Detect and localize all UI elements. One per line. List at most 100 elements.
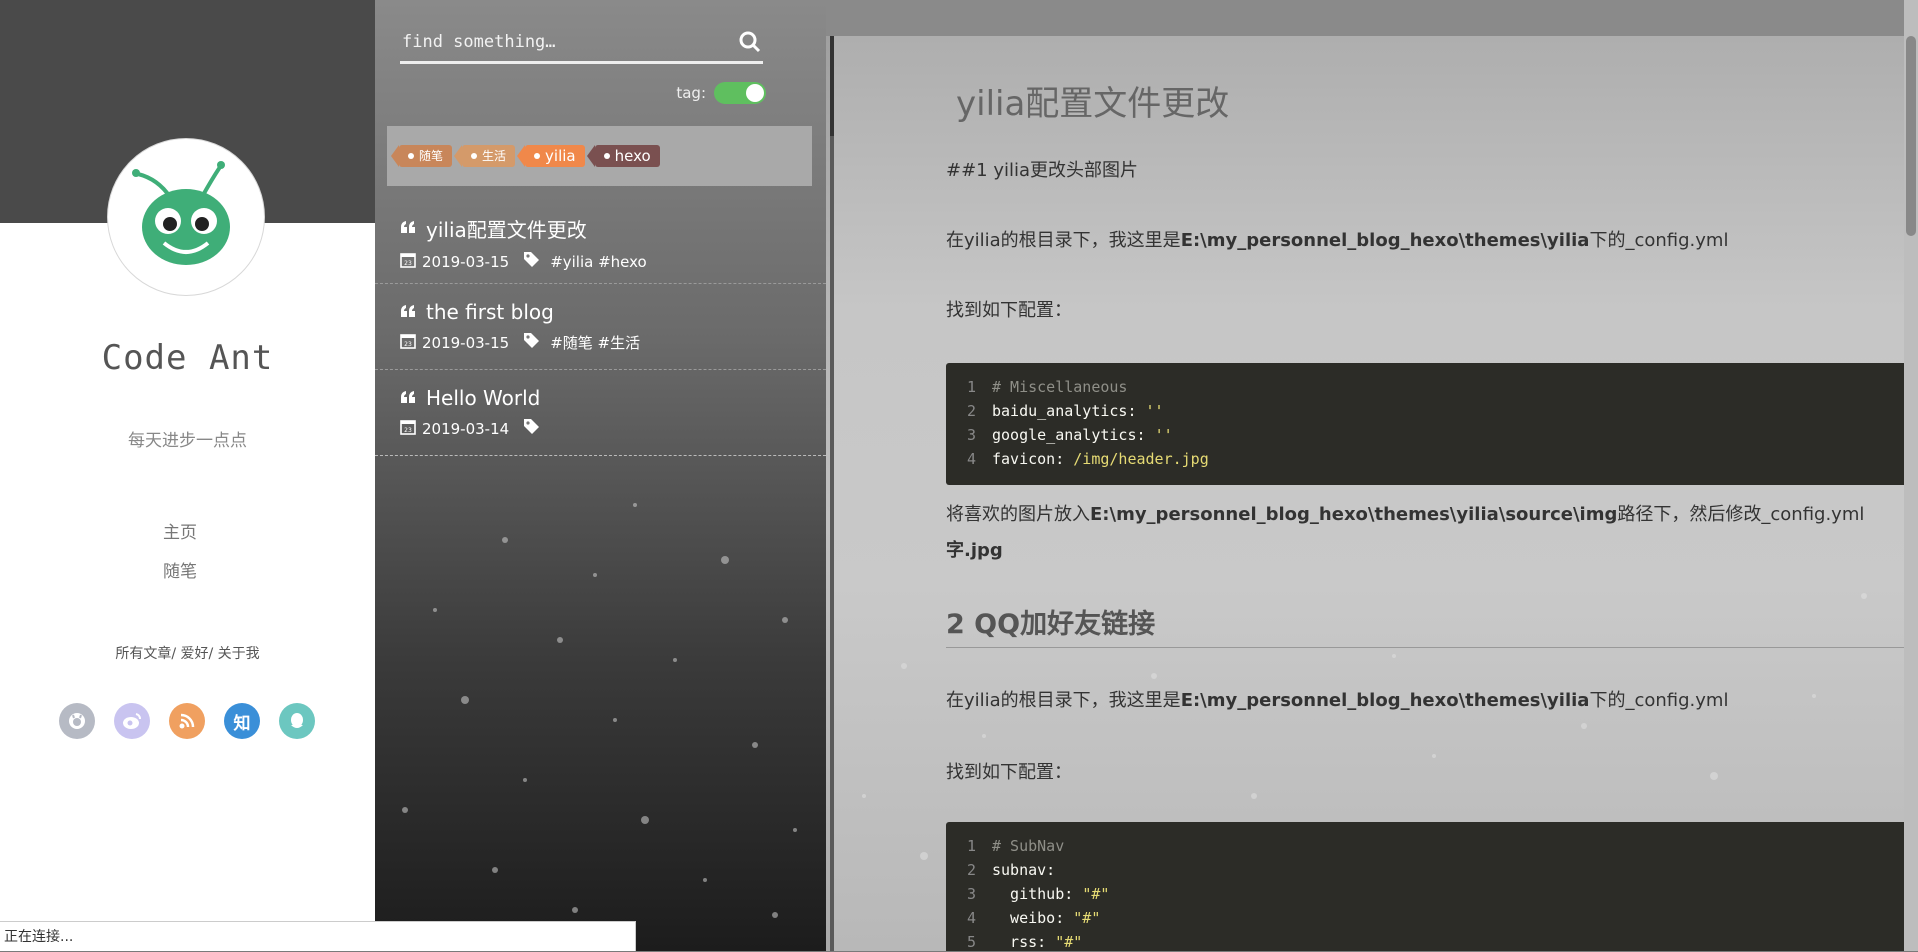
tag-toggle-group: tag: (676, 82, 766, 104)
toggle-knob (746, 84, 764, 102)
article-content: yilia配置文件更改 ##1 yilia更改头部图片 在yilia的根目录下，… (830, 36, 1916, 951)
qq-icon[interactable] (279, 703, 315, 739)
post-list-panel: tag: 随笔 生活 yilia hexo yilia配置文件更改 23 201… (375, 0, 826, 951)
article-paragraph: 字.jpg (946, 540, 1003, 561)
quote-icon (400, 303, 416, 322)
nav-home-link[interactable]: 主页 (0, 514, 360, 553)
code-token: favicon: (992, 450, 1074, 468)
hobbies-link[interactable]: 爱好 (181, 646, 209, 662)
tag-label: yilia (545, 147, 576, 165)
path-text: E:\my_personnel_blog_hexo\themes\yilia\s… (1090, 504, 1618, 525)
quote-icon (400, 389, 416, 408)
code-block: 1 # SubNav 2 subnav: 3 github: "#" 4 weibo: "… (946, 822, 1916, 951)
code-line: 2 subnav: (946, 858, 1916, 882)
code-token: "#" (1073, 909, 1101, 927)
post-item[interactable]: Hello World 23 2019-03-14 (375, 370, 826, 456)
ant-avatar-icon (132, 161, 230, 265)
search-input[interactable] (400, 25, 724, 59)
article-scroll-handle[interactable] (830, 36, 834, 136)
scrollbar-thumb[interactable] (1906, 36, 1916, 236)
profile-panel: Code Ant 每天进步一点点 主页 随笔 所有文章/ 爱好/ 关于我 知 (0, 0, 375, 951)
tag-hole (471, 153, 478, 159)
code-line: 1 # SubNav (946, 834, 1916, 858)
search-icon[interactable] (739, 31, 761, 57)
calendar-icon: 23 (400, 419, 416, 439)
tag-hole (534, 153, 541, 159)
github-icon[interactable] (59, 703, 95, 739)
article-topbar (826, 0, 1918, 36)
nav-essays-link[interactable]: 随笔 (0, 553, 360, 592)
text: 下的_config.yml (1589, 230, 1729, 251)
status-bar: 正在连接... (0, 921, 636, 951)
page-scrollbar[interactable] (1904, 0, 1918, 951)
tag-toggle-switch[interactable] (714, 82, 766, 104)
tag-icon (523, 332, 540, 353)
rss-icon[interactable] (169, 703, 205, 739)
svg-text:23: 23 (404, 427, 412, 434)
svg-text:23: 23 (404, 260, 412, 267)
code-line: 4 favicon: /img/header.jpg (946, 447, 1916, 471)
code-token: /img/header.jpg (1073, 450, 1209, 468)
tag-hole (603, 153, 610, 159)
tag-label: 随笔 (419, 149, 444, 163)
article-paragraph: 将喜欢的图片放入E:\my_personnel_blog_hexo\themes… (946, 500, 1864, 526)
text: 将喜欢的图片放入 (946, 504, 1090, 525)
text: 路径下，然后修改_config.yml (1617, 504, 1865, 525)
article-panel: yilia配置文件更改 ##1 yilia更改头部图片 在yilia的根目录下，… (826, 0, 1918, 951)
post-tags[interactable]: #随笔 #生活 (550, 332, 640, 353)
site-title: Code Ant (101, 338, 274, 378)
code-token: baidu_analytics: (992, 402, 1146, 420)
tag-cloud: 随笔 生活 yilia hexo (387, 126, 812, 186)
post-item[interactable]: yilia配置文件更改 23 2019-03-15 #yilia #hexo (375, 198, 826, 284)
code-token: subnav: (992, 861, 1056, 879)
search-box (400, 25, 763, 64)
article-title: yilia配置文件更改 (956, 84, 1230, 124)
post-tags[interactable]: #yilia #hexo (550, 253, 647, 271)
line-number: 4 (966, 450, 976, 468)
weibo-icon[interactable] (114, 703, 150, 739)
post-title[interactable]: the first blog (426, 300, 554, 324)
line-number: 3 (966, 426, 976, 444)
article-paragraph: 找到如下配置： (946, 300, 1072, 321)
tag-label: 生活 (482, 149, 507, 163)
line-number: 1 (966, 378, 976, 396)
tag-shenghuo[interactable]: 生活 (454, 145, 516, 167)
post-title[interactable]: Hello World (426, 386, 540, 410)
tag-toggle-label: tag: (676, 84, 706, 102)
line-number: 4 (966, 909, 976, 927)
tag-icon (523, 251, 540, 272)
tag-icon (523, 418, 540, 439)
tag-hexo[interactable]: hexo (586, 145, 660, 167)
text: 在yilia的根目录下，我这里是 (946, 690, 1181, 711)
post-item[interactable]: the first blog 23 2019-03-15 #随笔 #生活 (375, 284, 826, 370)
separator: / (208, 646, 214, 662)
article-paragraph: 在yilia的根目录下，我这里是E:\my_personnel_blog_hex… (946, 226, 1728, 252)
code-line: 4 weibo: "#" (946, 906, 1916, 930)
code-token: rss: (992, 933, 1056, 951)
post-date: 2019-03-15 (422, 333, 510, 352)
code-token: "#" (1055, 933, 1083, 951)
line-number: 1 (966, 837, 976, 855)
post-date: 2019-03-14 (422, 419, 510, 438)
about-me-link[interactable]: 关于我 (218, 646, 260, 662)
tag-hole (408, 153, 414, 159)
code-line: 5 rss: "#" (946, 930, 1916, 951)
path-text: E:\my_personnel_blog_hexo\themes\yilia (1180, 230, 1590, 251)
code-token: "#" (1082, 885, 1110, 903)
zhihu-icon[interactable]: 知 (224, 703, 260, 739)
code-token: weibo: (992, 909, 1074, 927)
line-number: 2 (966, 402, 976, 420)
line-number: 5 (966, 933, 976, 951)
line-number: 2 (966, 861, 976, 879)
article-paragraph: 在yilia的根目录下，我这里是E:\my_personnel_blog_hex… (946, 686, 1728, 712)
post-title[interactable]: yilia配置文件更改 (426, 214, 587, 243)
site-subtitle: 每天进步一点点 (128, 431, 247, 451)
tag-yilia[interactable]: yilia (517, 145, 585, 167)
code-token: # Miscellaneous (992, 378, 1128, 396)
tag-label: hexo (614, 147, 651, 165)
path-text: E:\my_personnel_blog_hexo\themes\yilia (1180, 690, 1590, 711)
tag-suibi[interactable]: 随笔 (390, 145, 453, 167)
avatar[interactable] (107, 138, 265, 296)
all-posts-link[interactable]: 所有文章 (115, 646, 171, 662)
code-token: '' (1145, 402, 1164, 420)
